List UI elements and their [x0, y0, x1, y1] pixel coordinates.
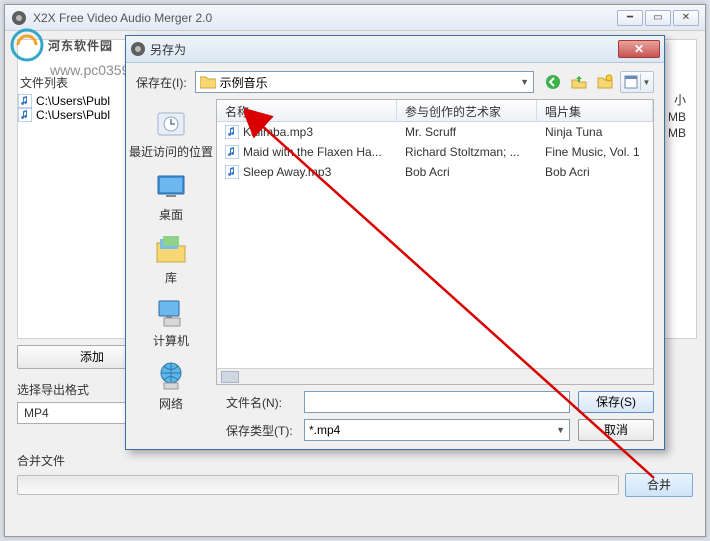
- maximize-button[interactable]: ▭: [645, 10, 671, 26]
- place-network[interactable]: 网络: [126, 357, 216, 414]
- place-recent[interactable]: 最近访问的位置: [126, 105, 216, 162]
- filetype-combo[interactable]: *.mp4 ▼: [304, 419, 570, 441]
- new-folder-button[interactable]: [594, 71, 616, 93]
- save-in-label: 保存在(I):: [136, 74, 187, 91]
- list-item[interactable]: C:\Users\Publ: [18, 94, 110, 108]
- filename-input[interactable]: [304, 391, 570, 413]
- col-artist[interactable]: 参与创作的艺术家: [397, 100, 537, 121]
- save-in-combo[interactable]: 示例音乐 ▼: [195, 71, 534, 93]
- dialog-titlebar: 另存为 ✕: [126, 36, 664, 63]
- size-header: 小: [668, 90, 686, 109]
- music-file-icon: [225, 145, 239, 159]
- music-file-icon: [18, 94, 32, 108]
- music-file-icon: [225, 125, 239, 139]
- col-album[interactable]: 唱片集: [537, 100, 653, 121]
- horizontal-scrollbar[interactable]: [217, 368, 653, 384]
- filetype-value: *.mp4: [309, 423, 340, 437]
- merge-button[interactable]: 合并: [625, 473, 693, 497]
- folder-icon: [200, 75, 216, 89]
- dialog-title: 另存为: [150, 41, 618, 58]
- music-file-icon: [18, 108, 32, 122]
- desktop-icon: [154, 170, 188, 204]
- close-button[interactable]: ✕: [673, 10, 699, 26]
- file-size: MB: [668, 125, 686, 141]
- col-name[interactable]: 名称: [217, 100, 397, 121]
- chevron-down-icon: ▼: [556, 425, 565, 435]
- up-button[interactable]: [568, 71, 590, 93]
- recent-icon: [154, 107, 188, 141]
- main-titlebar: X2X Free Video Audio Merger 2.0 ━ ▭ ✕: [5, 5, 705, 31]
- app-icon: [130, 41, 146, 57]
- music-file-icon: [225, 165, 239, 179]
- list-header: 名称 参与创作的艺术家 唱片集: [217, 100, 653, 122]
- back-button[interactable]: [542, 71, 564, 93]
- format-value: MP4: [24, 406, 49, 420]
- network-icon: [154, 359, 188, 393]
- current-folder: 示例音乐: [220, 74, 268, 91]
- file-listing: 名称 参与创作的艺术家 唱片集 Kalimba.mp3Mr. ScruffNin…: [216, 99, 654, 385]
- minimize-button[interactable]: ━: [617, 10, 643, 26]
- library-icon: [154, 233, 188, 267]
- merge-label: 合并文件: [17, 452, 693, 469]
- filename-label: 文件名(N):: [226, 394, 296, 411]
- main-title: X2X Free Video Audio Merger 2.0: [33, 11, 617, 25]
- chevron-down-icon: ▼: [520, 77, 529, 87]
- computer-icon: [154, 296, 188, 330]
- file-size: MB: [668, 109, 686, 125]
- place-computer[interactable]: 计算机: [126, 294, 216, 351]
- places-bar: 最近访问的位置 桌面 库 计算机 网络: [126, 99, 216, 385]
- place-desktop[interactable]: 桌面: [126, 168, 216, 225]
- save-as-dialog: 另存为 ✕ 保存在(I): 示例音乐 ▼ ▼ 最近访问的位置 桌面: [125, 35, 665, 450]
- cancel-button[interactable]: 取消: [578, 419, 654, 441]
- filetype-label: 保存类型(T):: [226, 422, 296, 439]
- table-row[interactable]: Sleep Away.mp3Bob AcriBob Acri: [217, 162, 653, 182]
- table-row[interactable]: Maid with the Flaxen Ha...Richard Stoltz…: [217, 142, 653, 162]
- merge-progress-bar: [17, 475, 619, 495]
- file-list-label: 文件列表: [20, 74, 68, 91]
- list-item[interactable]: C:\Users\Publ: [18, 108, 110, 122]
- view-menu-button[interactable]: ▼: [620, 71, 654, 93]
- app-icon: [11, 10, 27, 26]
- table-row[interactable]: Kalimba.mp3Mr. ScruffNinja Tuna: [217, 122, 653, 142]
- place-library[interactable]: 库: [126, 231, 216, 288]
- dialog-close-button[interactable]: ✕: [618, 40, 660, 58]
- save-button[interactable]: 保存(S): [578, 391, 654, 413]
